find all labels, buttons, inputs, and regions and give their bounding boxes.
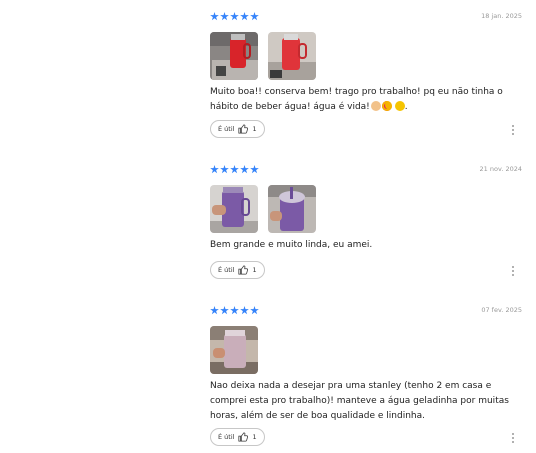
star-icon <box>210 306 219 315</box>
review-photo[interactable] <box>268 185 316 233</box>
helpful-button[interactable]: É útil 1 <box>210 120 265 138</box>
star-icon <box>240 165 249 174</box>
star-icon <box>210 12 219 21</box>
star-icon <box>250 306 259 315</box>
review-photo[interactable] <box>210 326 258 374</box>
heart-eyes-emoji <box>381 101 392 111</box>
review-text: Nao deixa nada a desejar pra uma stanley… <box>210 381 509 421</box>
clapping-hands-emoji <box>370 101 381 111</box>
star-icon <box>240 306 249 315</box>
review-photo[interactable] <box>268 32 316 80</box>
review-text: Muito boa!! conserva bem! trago pro trab… <box>210 87 503 112</box>
helpful-button[interactable]: É útil 1 <box>210 428 265 446</box>
helpful-count: 1 <box>252 266 257 274</box>
thumbs-up-icon <box>238 432 249 442</box>
rating-stars <box>210 12 259 21</box>
review-date: 21 nov. 2024 <box>479 165 522 173</box>
review-photo[interactable] <box>210 185 258 233</box>
review-date: 18 jan. 2025 <box>481 12 522 20</box>
star-icon <box>240 12 249 21</box>
rating-stars <box>210 165 259 174</box>
review-photos <box>210 185 316 233</box>
review-3: 07 fev. 2025 Nao deixa nada a desejar pr… <box>210 306 522 451</box>
helpful-label: É útil <box>218 125 235 133</box>
review-photos <box>210 326 258 374</box>
thumbs-up-icon <box>238 124 249 134</box>
helpful-label: É útil <box>218 433 235 441</box>
helpful-count: 1 <box>252 125 257 133</box>
more-vertical-icon[interactable] <box>512 433 514 443</box>
review-text: Bem grande e muito linda, eu amei. <box>210 240 373 250</box>
star-icon <box>230 165 239 174</box>
helpful-count: 1 <box>252 433 257 441</box>
star-icon <box>220 12 229 21</box>
grinning-emoji <box>394 101 405 111</box>
star-icon <box>210 165 219 174</box>
helpful-button[interactable]: É útil 1 <box>210 261 265 279</box>
review-2: 21 nov. 2024 Bem grande e muito linda, e… <box>210 165 522 285</box>
review-photos <box>210 32 316 80</box>
helpful-label: É útil <box>218 266 235 274</box>
star-icon <box>220 165 229 174</box>
star-icon <box>230 12 239 21</box>
thumbs-up-icon <box>238 265 249 275</box>
review-photo[interactable] <box>210 32 258 80</box>
review-1: 18 jan. 2025 Muito boa!! conserva bem! t… <box>210 12 522 142</box>
more-vertical-icon[interactable] <box>512 125 514 135</box>
review-date: 07 fev. 2025 <box>481 306 522 314</box>
more-vertical-icon[interactable] <box>512 266 514 276</box>
star-icon <box>250 165 259 174</box>
star-icon <box>250 12 259 21</box>
star-icon <box>220 306 229 315</box>
star-icon <box>230 306 239 315</box>
rating-stars <box>210 306 259 315</box>
